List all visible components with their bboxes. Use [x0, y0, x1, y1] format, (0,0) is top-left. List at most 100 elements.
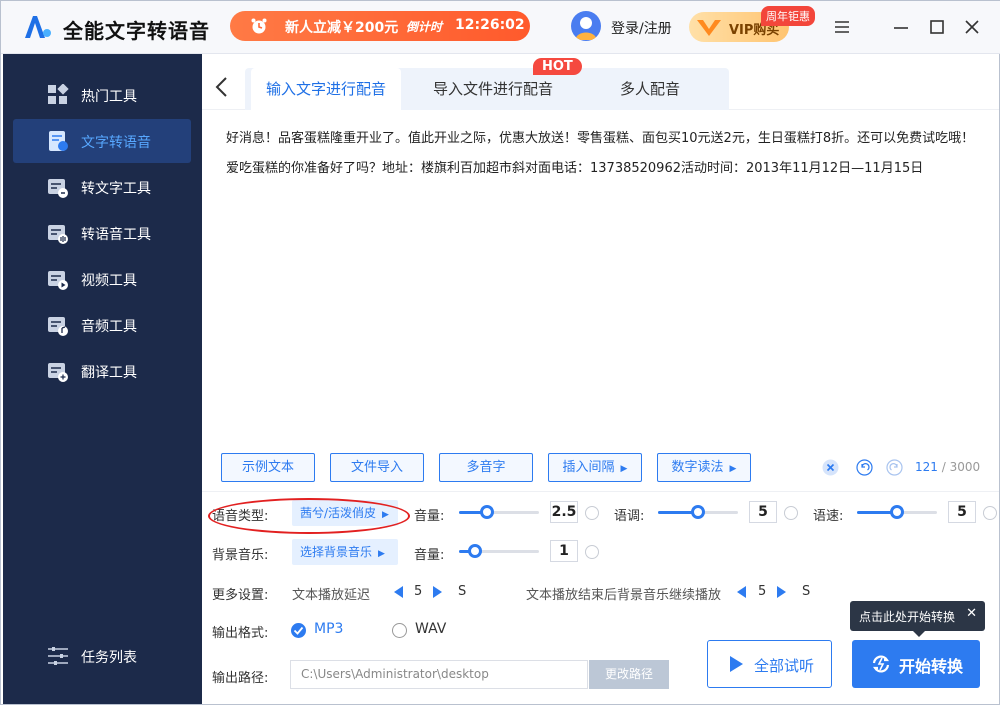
- speed-label: 语速:: [813, 509, 844, 524]
- reset-icon[interactable]: [784, 506, 798, 520]
- sidebar-item-video-tools[interactable]: 视频工具: [13, 257, 191, 301]
- sidebar-item-to-text-tools[interactable]: 转文字工具: [13, 165, 191, 209]
- bgm-continue-value: 5: [758, 584, 767, 599]
- promo-banner[interactable]: 新人立减￥200元 倒计时 12:26:02: [230, 11, 530, 41]
- slider-knob[interactable]: [480, 505, 494, 519]
- tone-slider[interactable]: [658, 505, 738, 519]
- wav-label[interactable]: WAV: [415, 621, 446, 637]
- mp3-label[interactable]: MP3: [314, 621, 343, 637]
- preview-all-label: 全部试听: [754, 657, 815, 675]
- delay-increase-icon[interactable]: [433, 586, 442, 598]
- insert-pause-button[interactable]: 插入间隔 ▶: [548, 453, 642, 482]
- grid-icon: [48, 84, 69, 104]
- voice-type-value: 茜兮/活泼俏皮: [300, 506, 377, 520]
- countdown-timer: 12:26:02: [455, 17, 525, 33]
- output-path-field[interactable]: C:\Users\Administrator\desktop: [290, 660, 588, 689]
- number-reading-button[interactable]: 数字读法 ▶: [657, 453, 751, 482]
- reset-icon[interactable]: [585, 506, 599, 520]
- voice-volume-label: 音量:: [414, 509, 445, 524]
- bgm-volume-slider[interactable]: [459, 544, 539, 558]
- file-import-button[interactable]: 文件导入: [330, 453, 424, 482]
- mp3-radio[interactable]: [291, 623, 306, 638]
- tone-value[interactable]: 5: [749, 501, 777, 523]
- caret-right-icon: ▶: [729, 464, 737, 474]
- polyphone-button[interactable]: 多音字: [439, 453, 533, 482]
- change-path-button[interactable]: 更改路径: [589, 660, 669, 689]
- tabs-bar: 输入文字进行配音 导入文件进行配音 多人配音 HOT: [202, 54, 999, 110]
- preview-all-button[interactable]: 全部试听: [707, 640, 832, 688]
- close-icon[interactable]: [962, 17, 982, 37]
- file-import-label: 文件导入: [350, 460, 403, 475]
- voice-volume-value[interactable]: 2.5: [550, 501, 578, 523]
- sidebar-item-label: 视频工具: [81, 273, 137, 289]
- tab-input-text[interactable]: 输入文字进行配音: [251, 68, 401, 110]
- start-convert-button[interactable]: 开始转换: [852, 640, 980, 688]
- app-window: 全能文字转语音 新人立减￥200元 倒计时 12:26:02 登录/注册 VIP…: [0, 0, 1000, 705]
- insert-pause-label: 插入间隔: [562, 460, 615, 475]
- bgm-continue-unit: S: [802, 584, 811, 599]
- output-path-label: 输出路径:: [212, 671, 269, 686]
- bgm-continue-increase-icon[interactable]: [777, 586, 786, 598]
- delay-label: 文本播放延迟: [292, 588, 371, 603]
- delay-decrease-icon[interactable]: [394, 586, 403, 598]
- title-bar: 全能文字转语音 新人立减￥200元 倒计时 12:26:02 登录/注册 VIP…: [1, 1, 1000, 54]
- speed-value[interactable]: 5: [948, 501, 976, 523]
- sidebar-item-translate-tools[interactable]: 翻译工具: [13, 349, 191, 393]
- slider-knob[interactable]: [890, 505, 904, 519]
- clear-icon[interactable]: [822, 459, 839, 476]
- sidebar-item-label: 热门工具: [81, 89, 137, 105]
- undo-icon[interactable]: [856, 459, 873, 476]
- sidebar-item-to-speech-tools[interactable]: 转语音工具: [13, 211, 191, 255]
- main-panel: 输入文字进行配音 导入文件进行配音 多人配音 HOT 好消息！品客蛋糕隆重开业了…: [202, 54, 999, 704]
- sidebar-item-audio-tools[interactable]: 音频工具: [13, 303, 191, 347]
- voice-volume-slider[interactable]: [459, 505, 539, 519]
- hot-badge: HOT: [533, 58, 582, 75]
- text-to-speech-icon: [49, 131, 68, 151]
- login-register-link[interactable]: 登录/注册: [611, 18, 672, 38]
- vip-crown-icon: [697, 20, 721, 36]
- output-format-label: 输出格式:: [212, 626, 269, 641]
- reset-icon[interactable]: [983, 506, 997, 520]
- char-count: 121: [915, 460, 938, 474]
- translate-icon: [48, 363, 68, 382]
- tooltip-close-icon[interactable]: ✕: [966, 606, 977, 621]
- maximize-icon[interactable]: [927, 17, 947, 37]
- bgm-select[interactable]: 选择背景音乐 ▶: [292, 539, 398, 565]
- slider-knob[interactable]: [691, 505, 705, 519]
- number-reading-label: 数字读法: [671, 460, 724, 475]
- convert-icon: [872, 655, 890, 673]
- sidebar-item-text-to-speech[interactable]: 文字转语音: [13, 119, 191, 163]
- task-list-label: 任务列表: [81, 650, 137, 666]
- tooltip-text: 点击此处开始转换: [859, 610, 956, 624]
- redo-icon[interactable]: [886, 459, 903, 476]
- wav-radio[interactable]: [392, 623, 407, 638]
- sidebar-item-hot-tools[interactable]: 热门工具: [13, 73, 191, 117]
- polyphone-label: 多音字: [466, 460, 506, 475]
- bgm-label: 背景音乐:: [212, 548, 269, 563]
- vip-promo-badge: 周年钜惠: [761, 6, 815, 26]
- task-list-icon: [48, 647, 68, 665]
- voice-type-select[interactable]: 茜兮/活泼俏皮 ▶: [292, 500, 398, 526]
- tab-multi-voice[interactable]: 多人配音: [590, 68, 710, 110]
- minimize-icon[interactable]: [891, 17, 911, 37]
- app-title: 全能文字转语音: [63, 19, 210, 43]
- tone-label: 语调:: [614, 509, 645, 524]
- video-icon: [48, 271, 68, 290]
- bgm-volume-value[interactable]: 1: [550, 540, 578, 562]
- text-input-area[interactable]: 好消息！品客蛋糕隆重开业了。值此开业之际，优惠大放送！零售蛋糕、面包买10元送2…: [226, 124, 976, 214]
- reset-icon[interactable]: [585, 545, 599, 559]
- menu-icon[interactable]: [832, 17, 852, 37]
- sample-text-button[interactable]: 示例文本: [221, 453, 315, 482]
- slider-knob[interactable]: [468, 544, 482, 558]
- char-max: / 3000: [941, 460, 981, 474]
- user-avatar[interactable]: [571, 11, 601, 41]
- caret-right-icon: ▶: [620, 464, 628, 474]
- audio-icon: [48, 317, 68, 336]
- task-list-button[interactable]: 任务列表: [13, 634, 191, 678]
- bgm-continue-label: 文本播放结束后背景音乐继续播放: [526, 588, 722, 603]
- bgm-value: 选择背景音乐: [300, 545, 373, 559]
- sidebar-item-label: 文字转语音: [81, 135, 151, 151]
- bgm-continue-decrease-icon[interactable]: [737, 586, 746, 598]
- speed-slider[interactable]: [857, 505, 937, 519]
- back-arrow-icon[interactable]: [214, 76, 230, 98]
